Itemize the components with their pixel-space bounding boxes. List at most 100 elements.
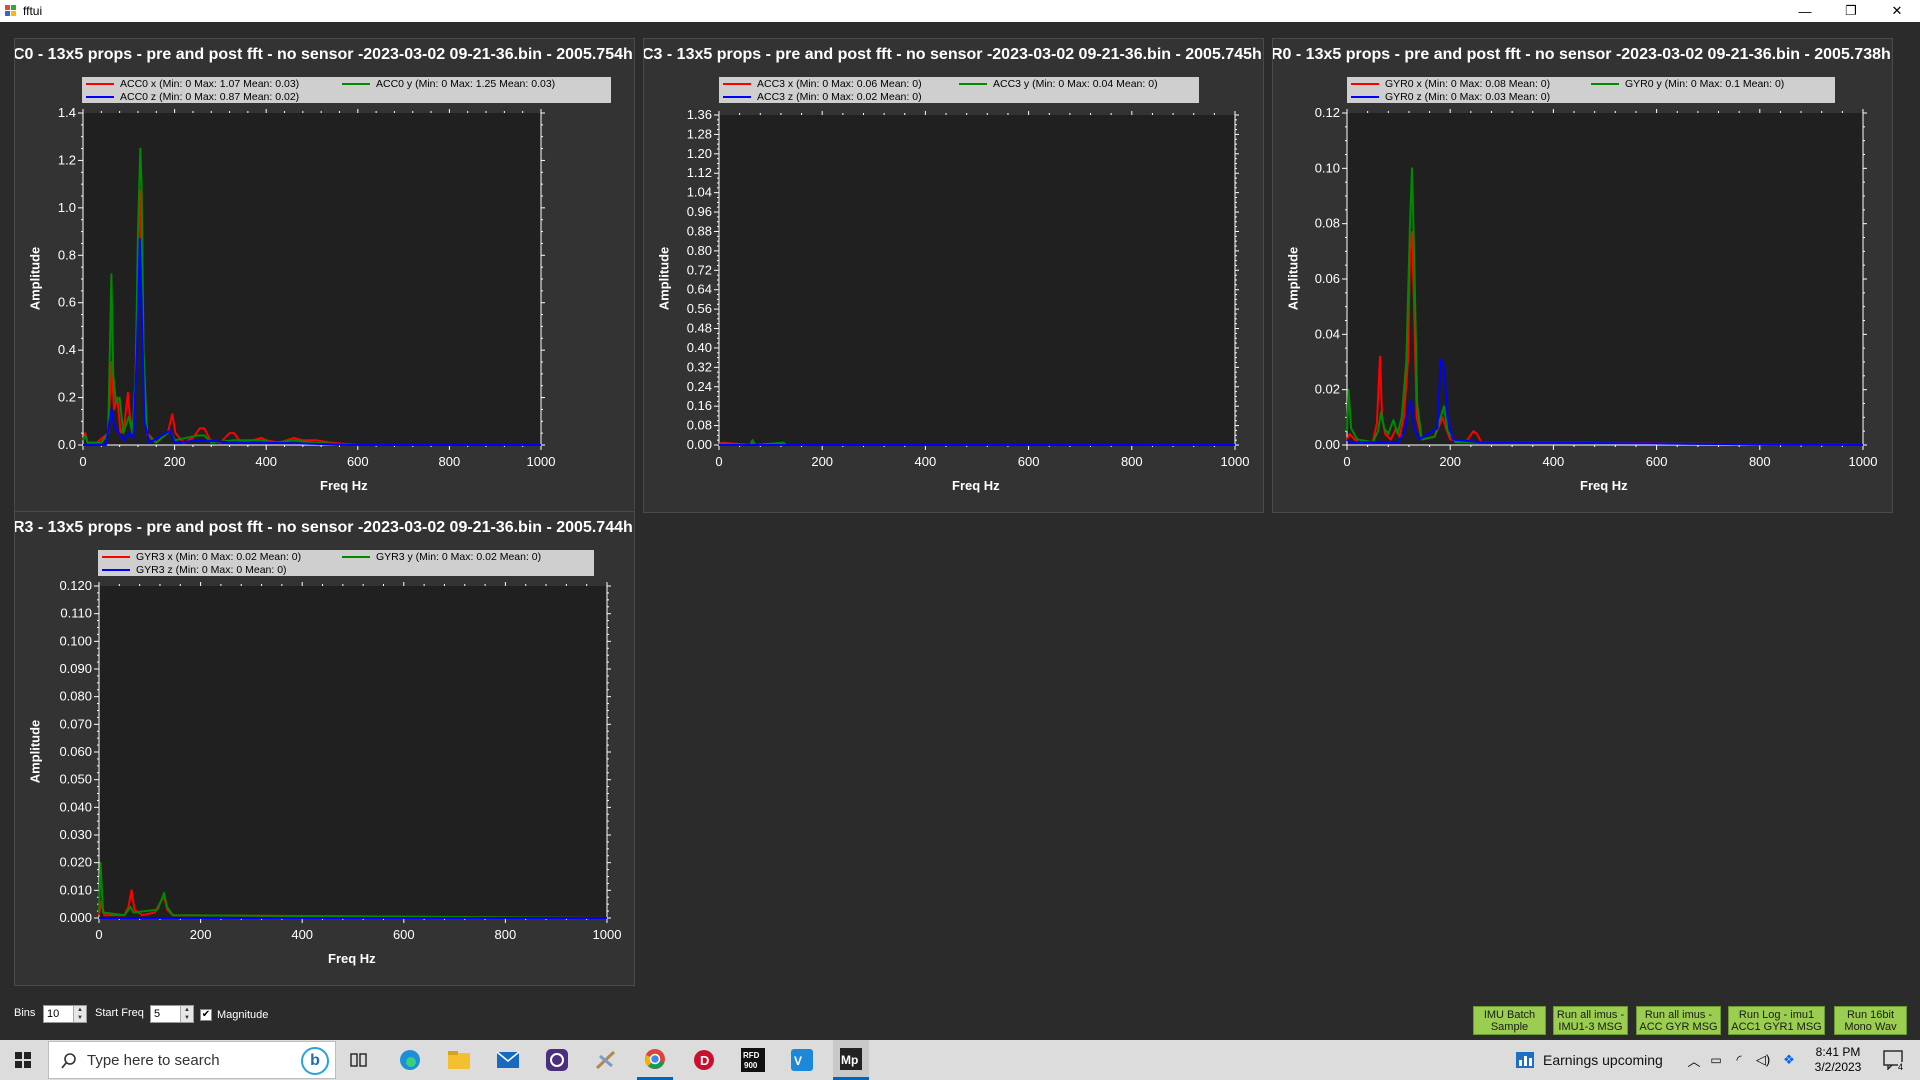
- minimize-button[interactable]: —: [1782, 0, 1828, 22]
- x-tick-label: 600: [393, 927, 415, 942]
- fft-chart-acc3: 0.00 0.08 0.16 0.24 0.32 0.40 0.48 0.56 0.64 0.72…: [687, 107, 1250, 469]
- mail-icon[interactable]: [490, 1040, 526, 1080]
- x-tick-label: 0: [715, 454, 722, 469]
- y-tick-label: 0.96: [687, 204, 712, 219]
- x-tick-label: 1000: [527, 454, 556, 469]
- clock-time: 8:41 PM: [1815, 1045, 1861, 1059]
- davinci-icon[interactable]: D: [686, 1040, 722, 1080]
- y-tick-label: 0.050: [59, 772, 92, 787]
- imu-batch-sample-button[interactable]: IMU Batch Sample: [1473, 1006, 1546, 1035]
- settings-bar: Bins 10 ▲ ▼ Start Freq 5 ▲ ▼ ✔ Magnitude: [0, 1000, 1920, 1040]
- y-tick-label: 0.090: [59, 661, 92, 676]
- y-tick-label: 1.04: [687, 185, 712, 200]
- taskbar: Type here to search b D RFD 900 V Mp Earn…: [0, 1040, 1920, 1080]
- x-tick-label: 0: [79, 454, 86, 469]
- y-tick-label: 0.120: [59, 578, 92, 593]
- y-tick-label: 0.020: [59, 855, 92, 870]
- magnitude-checkbox[interactable]: ✔: [200, 1009, 212, 1021]
- edge-icon[interactable]: [392, 1040, 428, 1080]
- chart-panel-gyr3: R3 - 13x5 props - pre and post fft - no …: [14, 511, 635, 986]
- y-tick-label: 0.2: [58, 390, 76, 405]
- y-tick-label: 0.64: [687, 282, 712, 297]
- y-tick-label: 0.08: [687, 418, 712, 433]
- news-icon: [1516, 1052, 1534, 1068]
- device-icon[interactable]: ▭: [1708, 1040, 1724, 1080]
- y-tick-label: 0.6: [58, 295, 76, 310]
- y-tick-label: 0.080: [59, 689, 92, 704]
- windows-icon: [15, 1052, 31, 1068]
- y-tick-label: 0.010: [59, 882, 92, 897]
- x-tick-label: 200: [164, 454, 186, 469]
- y-tick-label: 0.32: [687, 359, 712, 374]
- y-tick-label: 1.2: [58, 152, 76, 167]
- notifications-count: 4: [1898, 1062, 1904, 1072]
- mission-planner-icon[interactable]: Mp: [833, 1040, 869, 1080]
- y-tick-label: 1.20: [687, 146, 712, 161]
- y-tick-label: 0.24: [687, 379, 712, 394]
- volume-icon[interactable]: ◁): [1754, 1040, 1772, 1080]
- window-titlebar: fftui — ❐ ✕: [0, 0, 1920, 22]
- start-button[interactable]: [8, 1040, 38, 1080]
- x-tick-label: 600: [1646, 454, 1668, 469]
- task-view-icon[interactable]: [342, 1040, 376, 1080]
- x-tick-label: 200: [811, 454, 833, 469]
- plot-area: [99, 586, 607, 918]
- x-tick-label: 800: [1121, 454, 1143, 469]
- run-all-imus-acc-gyr-button[interactable]: Run all imus - ACC GYR MSG: [1636, 1006, 1721, 1035]
- file-explorer-icon[interactable]: [441, 1040, 477, 1080]
- y-tick-label: 1.0: [58, 200, 76, 215]
- run-all-imus-imu1-3-button[interactable]: Run all imus - IMU1-3 MSG: [1553, 1006, 1628, 1035]
- svg-text:900: 900: [744, 1061, 758, 1070]
- fft-chart-gyr0: 0.00 0.02 0.04 0.06 0.08 0.10 0.12 0 200 400 600 80…: [1315, 105, 1878, 469]
- bing-chat-icon[interactable]: b: [301, 1047, 329, 1075]
- clock[interactable]: 8:41 PM 3/2/2023: [1806, 1045, 1870, 1075]
- y-tick-label: 0.06: [1315, 271, 1340, 286]
- fft-chart-gyr3: 0.000 0.010 0.020 0.030 0.040 0.050 0.060 0.070…: [59, 578, 621, 942]
- news-text: Earnings upcoming: [1543, 1052, 1663, 1068]
- x-tick-label: 200: [190, 927, 212, 942]
- news-widget[interactable]: Earnings upcoming: [1515, 1040, 1695, 1080]
- bins-stepper-arrows[interactable]: ▲ ▼: [73, 1006, 86, 1022]
- restore-button[interactable]: ❐: [1828, 0, 1874, 22]
- y-tick-label: 0.72: [687, 262, 712, 277]
- chart-panel-acc3: C3 - 13x5 props - pre and post fft - no …: [643, 38, 1264, 513]
- svg-text:RFD: RFD: [743, 1051, 760, 1060]
- obs-icon[interactable]: [539, 1040, 575, 1080]
- network-icon[interactable]: ◜: [1730, 1040, 1748, 1080]
- taskbar-search-input[interactable]: Type here to search b: [48, 1041, 336, 1079]
- close-button[interactable]: ✕: [1874, 0, 1920, 22]
- y-tick-label: 0.030: [59, 827, 92, 842]
- run-log-imu1-button[interactable]: Run Log - imu1 ACC1 GYR1 MSG: [1728, 1006, 1825, 1035]
- dropbox-icon[interactable]: ❖: [1780, 1040, 1798, 1080]
- svg-text:D: D: [700, 1053, 709, 1068]
- magnitude-label: Magnitude: [217, 1009, 269, 1021]
- start-freq-value: 5: [154, 1008, 161, 1020]
- y-tick-label: 1.28: [687, 126, 712, 141]
- plot-area: [83, 113, 541, 445]
- x-tick-label: 800: [1749, 454, 1771, 469]
- chrome-icon[interactable]: [637, 1040, 673, 1080]
- x-tick-label: 800: [439, 454, 461, 469]
- start-freq-stepper-arrows[interactable]: ▲ ▼: [180, 1006, 193, 1022]
- y-tick-label: 1.4: [58, 105, 76, 120]
- visual-studio-code-icon[interactable]: V: [784, 1040, 820, 1080]
- y-tick-label: 0.00: [1315, 437, 1340, 452]
- y-tick-label: 0.10: [1315, 160, 1340, 175]
- notifications-icon[interactable]: 4: [1876, 1040, 1912, 1080]
- svg-text:Mp: Mp: [841, 1053, 858, 1067]
- y-tick-label: 1.12: [687, 165, 712, 180]
- x-tick-label: 800: [495, 927, 517, 942]
- bins-stepper[interactable]: 10 ▲ ▼: [43, 1005, 87, 1023]
- bins-label: Bins: [14, 1007, 36, 1019]
- chevron-up-icon[interactable]: ︿: [1686, 1040, 1702, 1080]
- search-placeholder: Type here to search: [87, 1051, 220, 1069]
- run-16bit-mono-wav-button[interactable]: Run 16bit Mono Wav: [1834, 1006, 1907, 1035]
- fft-chart-acc0: 0.0 0.2 0.4 0.6 0.8 1.0 1.2 1.4 0 200 400 600 800 100…: [58, 105, 556, 469]
- y-tick-label: 0.48: [687, 321, 712, 336]
- chart-panel-gyr0: R0 - 13x5 props - pre and post fft - no …: [1272, 38, 1893, 513]
- clock-date: 3/2/2023: [1814, 1060, 1862, 1074]
- start-freq-stepper[interactable]: 5 ▲ ▼: [150, 1005, 194, 1023]
- plot-area: [719, 115, 1235, 445]
- rfd900-icon[interactable]: RFD 900: [735, 1040, 771, 1080]
- git-tool-icon[interactable]: [588, 1040, 624, 1080]
